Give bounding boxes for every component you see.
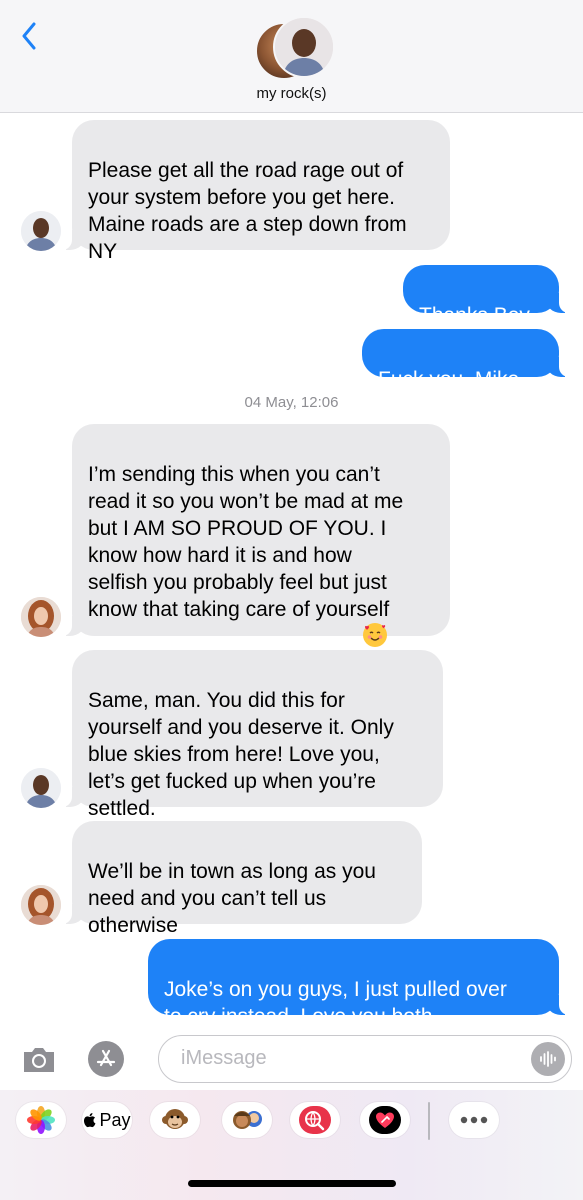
- message-bubble-sent[interactable]: Joke’s on you guys, I just pulled over t…: [148, 939, 569, 1028]
- audio-message-button[interactable]: [531, 1042, 565, 1076]
- apple-pay-label: Pay: [99, 1109, 131, 1130]
- memoji-stickers-app-button[interactable]: [222, 1102, 272, 1138]
- contact-name[interactable]: my rock(s): [0, 85, 583, 102]
- digital-touch-app-button[interactable]: [360, 1102, 410, 1138]
- digital-touch-icon: [369, 1106, 401, 1134]
- message-input[interactable]: iMessage: [158, 1035, 572, 1083]
- avatar-bev[interactable]: [21, 597, 61, 637]
- home-indicator[interactable]: [188, 1180, 396, 1187]
- monkey-memoji-icon: [162, 1109, 188, 1129]
- message-bubble-sent[interactable]: Thanks Bev.: [403, 265, 569, 327]
- message-input-placeholder: iMessage: [181, 1047, 267, 1069]
- avatar-mike[interactable]: [21, 211, 61, 251]
- message-text: Thanks Bev.: [419, 304, 535, 327]
- photos-icon: [27, 1106, 55, 1134]
- message-text: I’m sending this when you can’t read it …: [88, 463, 404, 671]
- message-text: Fuck you, Mike.: [378, 368, 526, 391]
- camera-icon: [24, 1048, 54, 1072]
- smiling-face-with-hearts-icon: [363, 623, 388, 647]
- message-bubble-sent[interactable]: Fuck you, Mike.: [362, 329, 569, 391]
- more-icon: [460, 1116, 488, 1124]
- more-apps-button[interactable]: [449, 1102, 499, 1138]
- message-bubble-received[interactable]: I’m sending this when you can’t read it …: [62, 424, 450, 671]
- group-avatar[interactable]: [255, 16, 335, 80]
- conversation-header: my rock(s): [0, 0, 583, 113]
- message-text: Joke’s on you guys, I just pulled over t…: [164, 978, 507, 1028]
- drawer-divider: [428, 1102, 430, 1140]
- web-search-app-button[interactable]: [290, 1102, 340, 1138]
- timestamp: 04 May, 12:06: [244, 394, 339, 411]
- message-bubble-received[interactable]: Please get all the road rage out of your…: [62, 120, 450, 263]
- chevron-left-icon: [22, 22, 36, 50]
- apple-pay-app-button[interactable]: Pay: [82, 1102, 132, 1138]
- photos-app-button[interactable]: [16, 1102, 66, 1138]
- apple-pay-icon: [84, 1113, 96, 1128]
- message-text: We’ll be in town as long as you need and…: [88, 860, 376, 937]
- waveform-icon: [540, 1051, 556, 1067]
- memoji-stickers-icon: [233, 1111, 262, 1129]
- member-avatar-mike: [273, 16, 335, 78]
- camera-button[interactable]: [20, 1040, 58, 1078]
- web-search-icon: [299, 1106, 331, 1134]
- avatar-mike[interactable]: [21, 768, 61, 808]
- app-store-button[interactable]: [88, 1041, 124, 1077]
- app-store-icon: [96, 1049, 116, 1067]
- message-bubble-received[interactable]: Same, man. You did this for yourself and…: [62, 650, 443, 820]
- message-text: Please get all the road rage out of your…: [88, 159, 407, 263]
- back-button[interactable]: [14, 18, 44, 54]
- monkey-memoji-app-button[interactable]: [150, 1102, 200, 1138]
- message-text: Same, man. You did this for yourself and…: [88, 689, 394, 820]
- message-bubble-received[interactable]: We’ll be in town as long as you need and…: [62, 821, 422, 937]
- avatar-bev[interactable]: [21, 885, 61, 925]
